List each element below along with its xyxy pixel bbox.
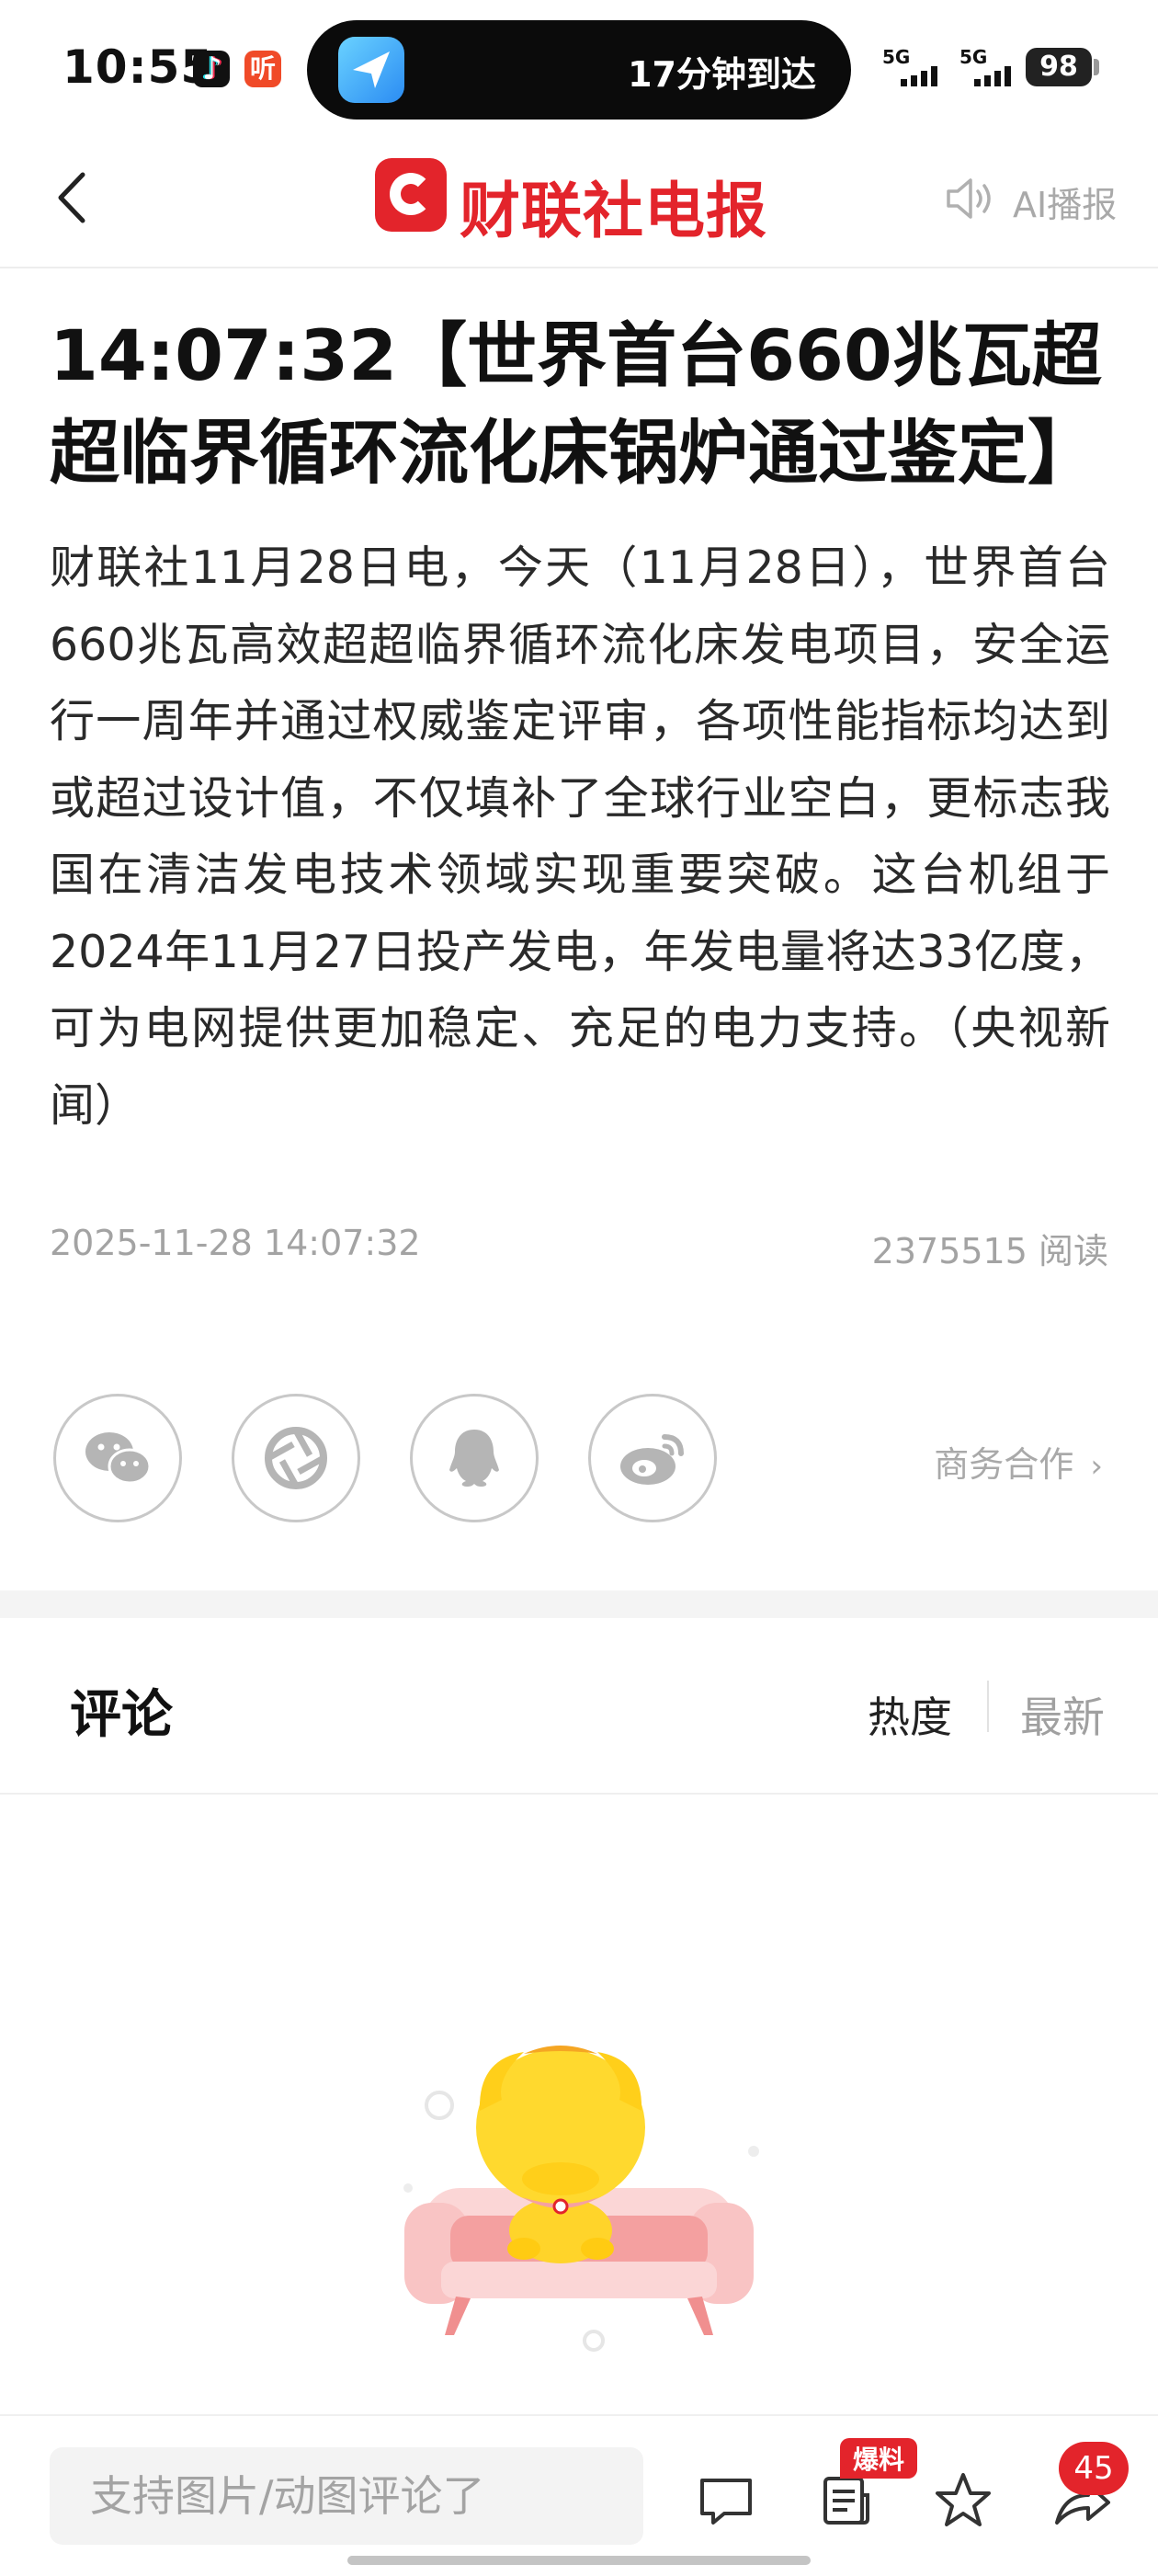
share-count-badge: 45 bbox=[1059, 2442, 1129, 2495]
chevron-left-icon bbox=[58, 172, 85, 223]
comment-input[interactable]: 支持图片/动图评论了 bbox=[50, 2447, 643, 2545]
share-moments-button[interactable] bbox=[232, 1394, 360, 1522]
status-time: 10:55 bbox=[62, 40, 214, 94]
comment-bubble-icon[interactable] bbox=[693, 2468, 759, 2534]
sort-separator bbox=[987, 1681, 989, 1732]
publish-datetime: 2025-11-28 14:07:32 bbox=[50, 1223, 421, 1263]
speaker-icon bbox=[947, 178, 991, 219]
top-nav-bar: 财联社电报 AI播报 bbox=[0, 129, 1158, 268]
logo-text: 财联社电报 bbox=[460, 176, 767, 246]
bottom-action-bar: 支持图片/动图评论了 爆料 45 bbox=[0, 2414, 1158, 2576]
battery-indicator: 98 bbox=[1026, 48, 1092, 86]
read-count: 2375515 阅读 bbox=[871, 1231, 1108, 1271]
navigation-map-icon bbox=[338, 37, 404, 103]
comments-header-divider bbox=[0, 1793, 1158, 1795]
moments-icon bbox=[265, 1427, 327, 1489]
chevron-right-icon: › bbox=[1090, 1448, 1103, 1485]
network-5g-label: 5G bbox=[882, 46, 911, 68]
article-title: 14:07:32【世界首台660兆瓦超超临界循环流化床锅炉通过鉴定】 bbox=[50, 314, 1102, 494]
signal-strength-icon-2 bbox=[974, 66, 1011, 86]
status-bar: 10:55 听 17分钟到达 5G 5G 98 bbox=[0, 0, 1158, 129]
weibo-icon bbox=[620, 1434, 684, 1485]
tiktok-icon bbox=[193, 51, 230, 87]
business-cooperation-label: 商务合作 bbox=[934, 1444, 1074, 1485]
news-tip-badge: 爆料 bbox=[840, 2438, 918, 2479]
battery-tip bbox=[1094, 59, 1099, 75]
comments-title: 评论 bbox=[70, 1685, 173, 1745]
wechat-icon bbox=[85, 1432, 152, 1485]
back-button[interactable] bbox=[42, 165, 107, 230]
network-5g-label-2: 5G bbox=[959, 46, 988, 68]
sort-by-latest-tab[interactable]: 最新 bbox=[1020, 1684, 1105, 1745]
ting-icon: 听 bbox=[244, 51, 281, 87]
section-divider bbox=[0, 1590, 1158, 1618]
empty-comments-mascot-illustration bbox=[403, 2046, 759, 2352]
business-cooperation-link[interactable]: 商务合作 › bbox=[934, 1436, 1103, 1487]
share-wechat-button[interactable] bbox=[53, 1394, 182, 1522]
star-favorite-icon[interactable] bbox=[930, 2468, 996, 2534]
share-weibo-button[interactable] bbox=[588, 1394, 717, 1522]
qq-icon bbox=[449, 1430, 499, 1487]
signal-strength-icon bbox=[901, 66, 937, 86]
ai-broadcast-label: AI播报 bbox=[1013, 185, 1118, 225]
logo-c-mark bbox=[375, 158, 447, 232]
home-indicator bbox=[347, 2556, 811, 2565]
share-qq-button[interactable] bbox=[410, 1394, 539, 1522]
dynamic-island[interactable]: 17分钟到达 bbox=[307, 20, 851, 120]
eta-text: 17分钟到达 bbox=[628, 54, 816, 95]
article-body: 财联社11月28日电，今天（11月28日），世界首台660兆瓦高效超超临界循环流… bbox=[50, 541, 1110, 1132]
sort-by-hot-tab[interactable]: 热度 bbox=[868, 1684, 952, 1745]
